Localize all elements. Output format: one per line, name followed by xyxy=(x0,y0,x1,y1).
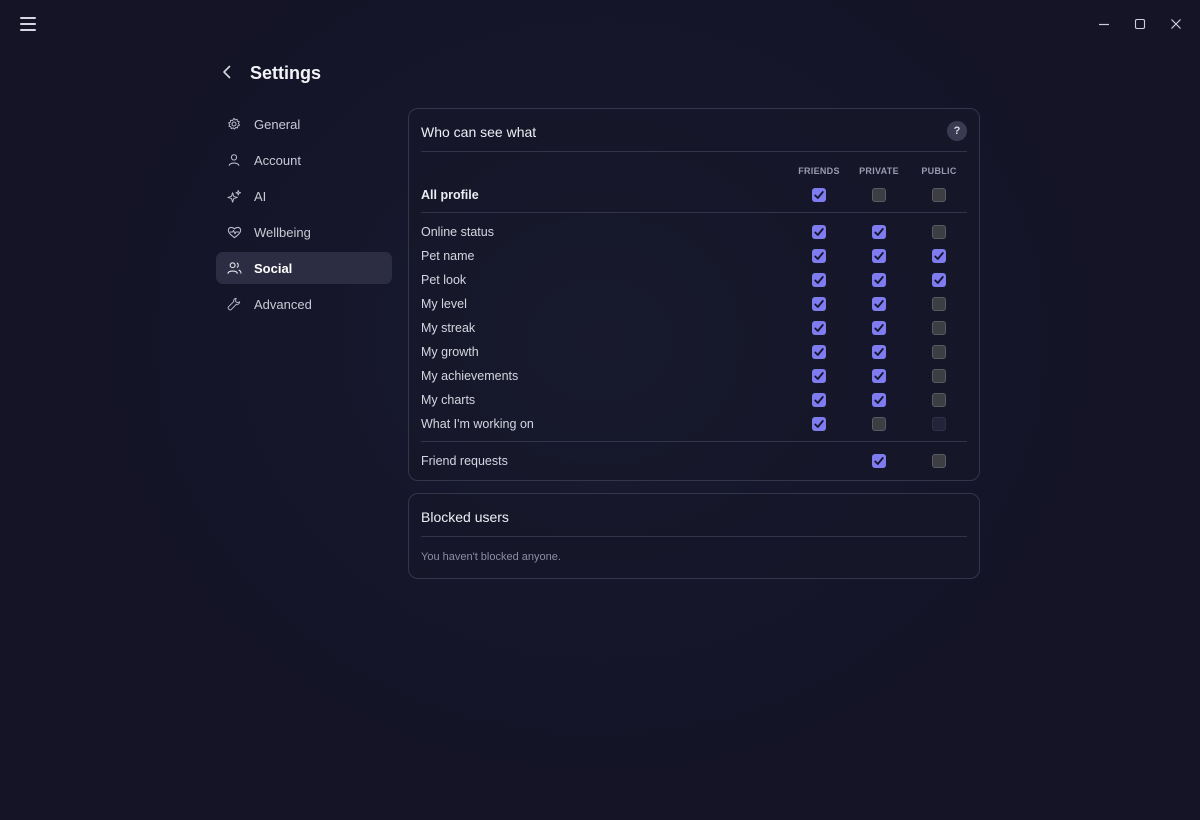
checkbox-my-streak-public[interactable] xyxy=(932,321,946,335)
settings-sidebar: General Account AI Wellbeing Social Adva… xyxy=(216,108,392,324)
users-icon xyxy=(226,260,242,276)
row-label-my-achievements: My achievements xyxy=(421,369,519,383)
checkbox-my-charts-friends[interactable] xyxy=(812,393,826,407)
card-title: Who can see what xyxy=(421,124,537,140)
sidebar-item-label: Wellbeing xyxy=(254,224,311,240)
checkbox-my-growth-friends[interactable] xyxy=(812,345,826,359)
sparkles-icon xyxy=(226,188,242,204)
divider xyxy=(421,441,967,442)
checkbox-pet-name-public[interactable] xyxy=(932,249,946,263)
divider xyxy=(421,536,967,537)
checkbox-pet-look-private[interactable] xyxy=(872,273,886,287)
menu-button[interactable] xyxy=(20,17,37,31)
sidebar-item-social[interactable]: Social xyxy=(216,252,392,284)
checkbox-what-i-m-working-on-private[interactable] xyxy=(872,417,886,431)
checkbox-all-profile-private[interactable] xyxy=(872,188,886,202)
checkbox-pet-look-friends[interactable] xyxy=(812,273,826,287)
row-label-online-status: Online status xyxy=(421,225,494,239)
minimize-icon xyxy=(1099,23,1109,26)
checkbox-my-charts-private[interactable] xyxy=(872,393,886,407)
checkbox-my-charts-public[interactable] xyxy=(932,393,946,407)
back-button[interactable] xyxy=(217,62,237,82)
checkbox-my-achievements-friends[interactable] xyxy=(812,369,826,383)
checkbox-my-achievements-public[interactable] xyxy=(932,369,946,383)
checkbox-my-growth-private[interactable] xyxy=(872,345,886,359)
close-button[interactable] xyxy=(1166,14,1186,34)
close-icon xyxy=(1171,19,1181,29)
sidebar-item-label: General xyxy=(254,116,301,132)
heart-pulse-icon xyxy=(226,224,242,240)
checkbox-pet-name-friends[interactable] xyxy=(812,249,826,263)
page-title: Settings xyxy=(250,63,322,83)
sidebar-item-label: Advanced xyxy=(254,296,312,312)
row-label-my-streak: My streak xyxy=(421,321,476,335)
help-button[interactable]: ? xyxy=(947,121,967,141)
column-header-public: PUBLIC xyxy=(921,166,957,176)
checkbox-my-streak-private[interactable] xyxy=(872,321,886,335)
wrench-icon xyxy=(226,296,242,312)
checkbox-my-level-friends[interactable] xyxy=(812,297,826,311)
checkbox-pet-look-public[interactable] xyxy=(932,273,946,287)
checkbox-my-streak-friends[interactable] xyxy=(812,321,826,335)
row-label-my-charts: My charts xyxy=(421,393,476,407)
sidebar-item-label: Social xyxy=(254,260,293,276)
card-title: Blocked users xyxy=(421,509,509,525)
row-label-pet-look: Pet look xyxy=(421,273,467,287)
blocked-users-card: Blocked users You haven't blocked anyone… xyxy=(408,493,980,579)
sidebar-item-label: AI xyxy=(254,188,267,204)
checkbox-pet-name-private[interactable] xyxy=(872,249,886,263)
maximize-button[interactable] xyxy=(1130,14,1150,34)
checkbox-my-level-public[interactable] xyxy=(932,297,946,311)
sidebar-item-account[interactable]: Account xyxy=(216,144,392,176)
visibility-card: Who can see what ? FRIENDS PRIVATE PUBLI… xyxy=(408,108,980,481)
row-label-all-profile: All profile xyxy=(421,188,479,202)
row-label-my-level: My level xyxy=(421,297,467,311)
row-label-my-growth: My growth xyxy=(421,345,479,359)
user-icon xyxy=(226,152,242,168)
checkbox-online-status-public[interactable] xyxy=(932,225,946,239)
checkbox-friend-requests-public[interactable] xyxy=(932,454,946,468)
checkbox-all-profile-public[interactable] xyxy=(932,188,946,202)
empty-state-text: You haven't blocked anyone. xyxy=(421,551,561,563)
chevron-left-icon xyxy=(223,65,231,79)
sidebar-item-wellbeing[interactable]: Wellbeing xyxy=(216,216,392,248)
gear-icon xyxy=(226,116,242,132)
sidebar-item-general[interactable]: General xyxy=(216,108,392,140)
checkbox-my-achievements-private[interactable] xyxy=(872,369,886,383)
checkbox-what-i-m-working-on-friends[interactable] xyxy=(812,417,826,431)
divider xyxy=(421,212,967,213)
checkbox-online-status-friends[interactable] xyxy=(812,225,826,239)
column-header-friends: FRIENDS xyxy=(798,166,840,176)
checkbox-what-i-m-working-on-public xyxy=(932,417,946,431)
column-header-private: PRIVATE xyxy=(859,166,899,176)
divider xyxy=(421,151,967,152)
hamburger-icon xyxy=(20,17,36,19)
checkbox-online-status-private[interactable] xyxy=(872,225,886,239)
row-label-friend-requests: Friend requests xyxy=(421,454,508,468)
checkbox-my-growth-public[interactable] xyxy=(932,345,946,359)
sidebar-item-label: Account xyxy=(254,152,301,168)
checkbox-friend-requests-private[interactable] xyxy=(872,454,886,468)
maximize-icon xyxy=(1134,18,1146,30)
row-label-pet-name: Pet name xyxy=(421,249,475,263)
sidebar-item-advanced[interactable]: Advanced xyxy=(216,288,392,320)
checkbox-my-level-private[interactable] xyxy=(872,297,886,311)
minimize-button[interactable] xyxy=(1094,14,1114,34)
checkbox-all-profile-friends[interactable] xyxy=(812,188,826,202)
row-label-what-i-m-working-on: What I'm working on xyxy=(421,417,534,431)
sidebar-item-ai[interactable]: AI xyxy=(216,180,392,212)
